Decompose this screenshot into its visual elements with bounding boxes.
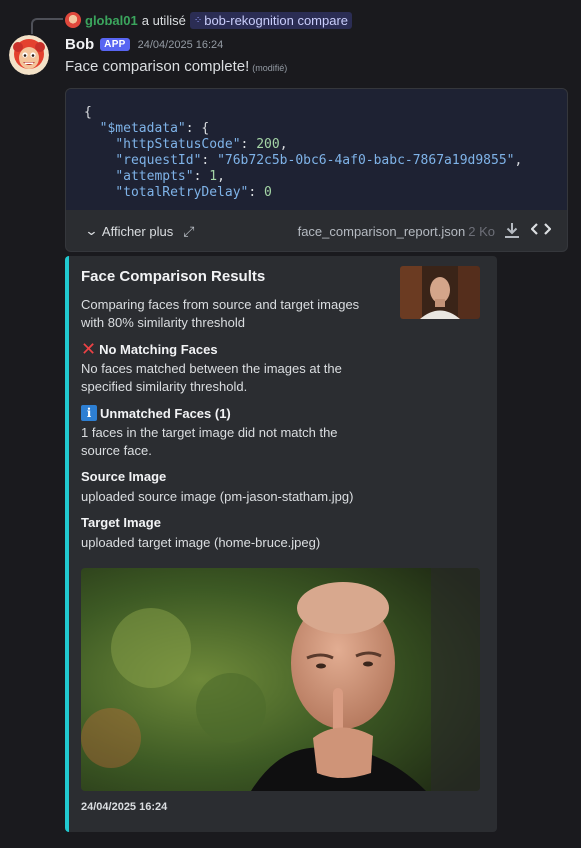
reply-context[interactable]: global01 a utilisé ⁘ bob-rekognition com… (65, 11, 353, 29)
show-more-button[interactable]: ⌄ Afficher plus (84, 223, 174, 239)
code-key: "totalRetryDelay" (115, 185, 249, 200)
embed-image[interactable] (81, 568, 480, 791)
author-name[interactable]: Bob (65, 36, 94, 53)
message-timestamp[interactable]: 24/04/2025 16:24 (138, 39, 224, 51)
reply-verb: a utilisé (141, 12, 186, 28)
cross-mark-icon: ✕ (81, 339, 97, 359)
embed-card: Face Comparison Results Comparing faces … (65, 256, 497, 832)
code-value: 0 (264, 185, 272, 200)
embed-footer-timestamp: 24/04/2025 16:24 (81, 801, 168, 813)
edited-label: (modifié) (252, 63, 288, 73)
message-content: Face comparison complete! (modifié) (65, 58, 287, 75)
slash-command-chip[interactable]: ⁘ bob-rekognition compare (189, 11, 353, 29)
file-name[interactable]: face_comparison_report.json (298, 224, 466, 239)
code-key: "requestId" (115, 153, 202, 168)
code-value: 1 (209, 169, 218, 184)
code-value: "76b72c5b-0bc6-4af0-babc-7867a19d9855" (217, 153, 515, 168)
code-key: "attempts" (115, 169, 194, 184)
embed-title: Face Comparison Results (81, 268, 266, 285)
field-title-unmatched: i Unmatched Faces (1) (81, 405, 231, 421)
expand-icon[interactable]: ⤢ (183, 223, 194, 240)
command-icon: ⁘ (193, 14, 202, 26)
code-key: "httpStatusCode" (115, 137, 241, 152)
attachment-footer: ⌄ Afficher plus ⤢ face_comparison_report… (66, 211, 567, 251)
field-title-source: Source Image (81, 469, 167, 484)
avatar[interactable] (9, 35, 49, 75)
command-name: bob-rekognition compare (204, 12, 349, 28)
embed-description: Comparing faces from source and target i… (81, 297, 360, 330)
field-value-source: uploaded source image (pm-jason-statham.… (81, 489, 354, 504)
replied-username[interactable]: global01 (85, 13, 138, 28)
message-text: Face comparison complete! (65, 58, 250, 75)
field-title-text: No Matching Faces (99, 341, 218, 357)
embed-thumbnail[interactable] (400, 266, 480, 319)
code-preview: { "$metadata": { "httpStatusCode": 200, … (66, 89, 567, 210)
message-header: Bob APP 24/04/2025 16:24 (65, 36, 223, 53)
chevron-down-icon: ⌄ (84, 223, 99, 238)
code-key: "$metadata" (99, 121, 186, 136)
code-value: 200 (256, 137, 280, 152)
download-icon[interactable] (503, 221, 521, 242)
field-title-text: Unmatched Faces (1) (100, 405, 231, 421)
show-more-label: Afficher plus (101, 223, 174, 239)
field-title-no-match: ✕ No Matching Faces (81, 339, 218, 359)
code-punct: : { (185, 121, 210, 136)
replied-user-avatar[interactable] (65, 12, 81, 28)
field-title-target: Target Image (81, 515, 161, 530)
info-icon: i (81, 405, 97, 421)
reply-connector (31, 18, 63, 34)
json-attachment: { "$metadata": { "httpStatusCode": 200, … (65, 88, 568, 252)
code-line: { (84, 105, 92, 120)
field-value-target: uploaded target image (home-bruce.jpeg) (81, 535, 321, 550)
app-badge: APP (100, 38, 130, 51)
field-value-unmatched: 1 faces in the target image did not matc… (81, 425, 338, 458)
view-code-icon[interactable] (530, 221, 552, 241)
file-size: 2 Ko (468, 223, 495, 239)
field-value-no-match: No faces matched between the images at t… (81, 361, 342, 394)
